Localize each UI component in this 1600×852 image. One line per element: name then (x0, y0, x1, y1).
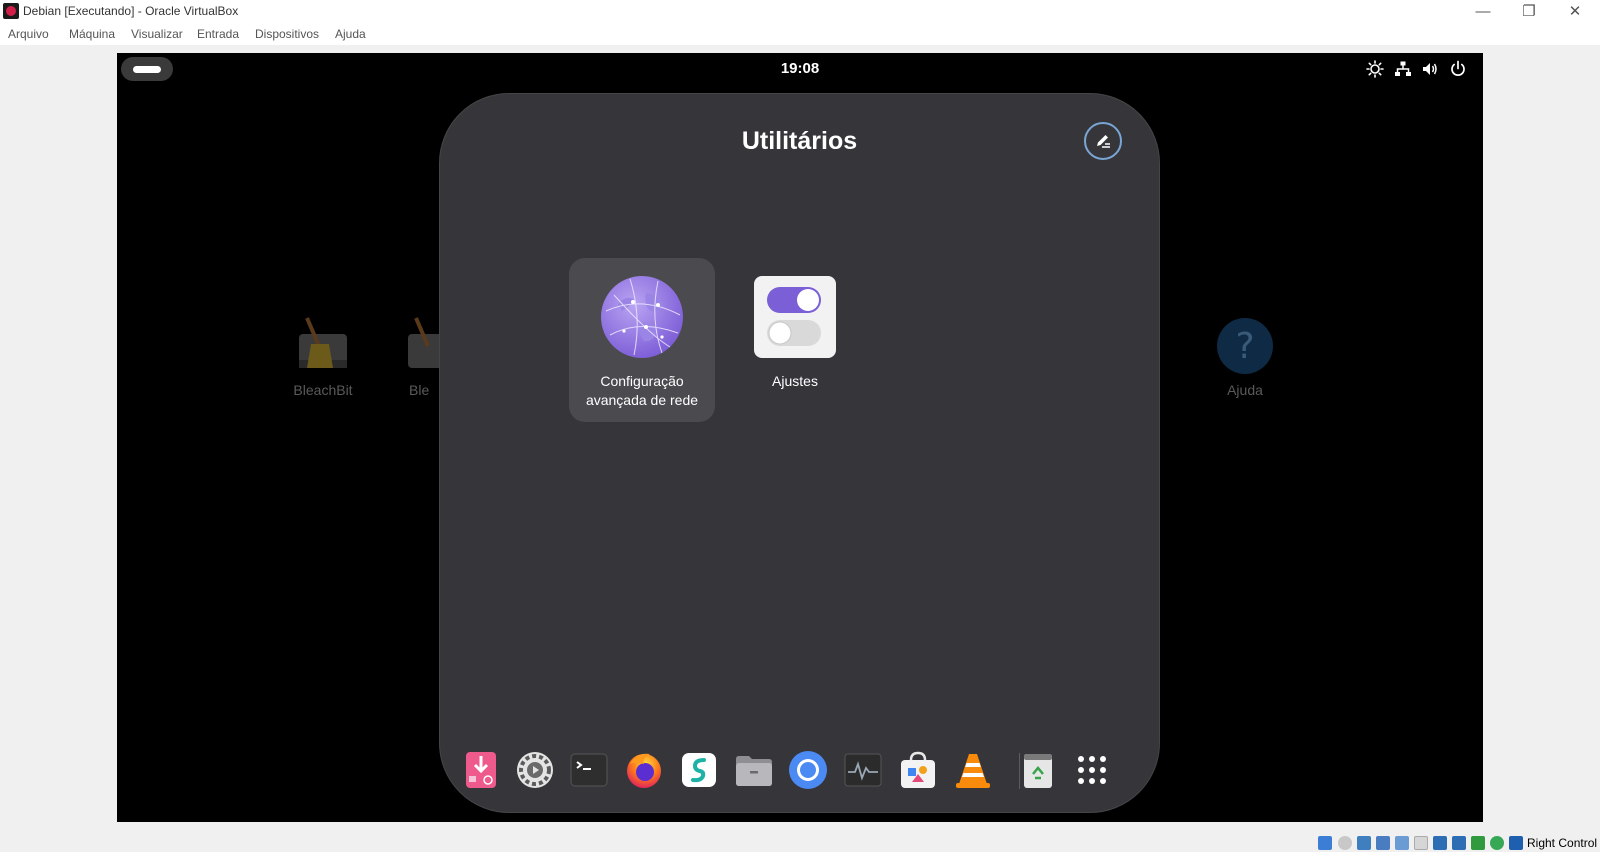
app-advanced-network-config[interactable]: Configuração avançada de rede (569, 258, 715, 422)
chromium-icon[interactable] (788, 750, 828, 790)
menu-entrada[interactable]: Entrada (197, 27, 239, 41)
network-adapter-status-icon[interactable] (1376, 836, 1390, 850)
network-icon[interactable] (1394, 60, 1412, 78)
vm-status-bar: Right Control (0, 834, 1600, 852)
recording-status-icon[interactable] (1452, 836, 1466, 850)
volume-icon[interactable] (1421, 60, 1439, 78)
installer-icon[interactable] (461, 750, 501, 790)
cpu-status-icon[interactable] (1471, 836, 1485, 850)
menubar: Arquivo Máquina Visualizar Entrada Dispo… (0, 23, 1600, 45)
virtualbox-app-icon (3, 3, 19, 19)
vlc-icon[interactable] (953, 750, 993, 790)
tweaks-toggle-icon (754, 276, 836, 358)
menu-visualizar[interactable]: Visualizar (131, 27, 183, 41)
rename-folder-button[interactable] (1084, 122, 1122, 160)
window-title: Debian [Executando] - Oracle VirtualBox (23, 4, 239, 18)
system-monitor-icon[interactable] (843, 750, 883, 790)
firefox-icon[interactable] (624, 750, 664, 790)
menu-ajuda[interactable]: Ajuda (335, 27, 366, 41)
app-label: Configuração avançada de rede (585, 373, 699, 408)
gnome-top-bar: 19:08 (117, 53, 1483, 85)
menu-dispositivos[interactable]: Dispositivos (255, 27, 319, 41)
network-globe-icon (601, 276, 683, 358)
app-ajustes[interactable]: Ajustes (722, 258, 868, 422)
app-folder-dialog: Utilitários Configuração avançada de red… (439, 93, 1160, 813)
clock[interactable]: 19:08 (117, 60, 1483, 77)
power-icon[interactable] (1449, 60, 1467, 78)
audio-status-icon[interactable] (1357, 836, 1371, 850)
edit-pencil-icon (1097, 135, 1110, 148)
optical-drive-status-icon[interactable] (1338, 836, 1352, 850)
brightness-icon[interactable] (1366, 60, 1384, 78)
terminal-icon[interactable] (569, 750, 609, 790)
mouse-integration-status-icon[interactable] (1490, 836, 1504, 850)
usb-status-icon[interactable] (1395, 836, 1409, 850)
menu-arquivo[interactable]: Arquivo (8, 27, 49, 41)
software-store-icon[interactable] (898, 750, 938, 790)
window-titlebar: Debian [Executando] - Oracle VirtualBox … (0, 0, 1600, 23)
host-key-label: Right Control (1527, 836, 1598, 850)
help-icon: ? (1215, 316, 1275, 376)
bleachbit-icon (293, 316, 353, 376)
surfshark-icon[interactable] (679, 750, 719, 790)
app-label: Ajustes (772, 373, 818, 389)
display-status-icon[interactable] (1433, 836, 1447, 850)
minimize-button[interactable]: — (1460, 0, 1506, 22)
app-grid-icon[interactable] (1072, 750, 1112, 790)
guest-screen[interactable]: 19:08 BleachBit Ble ? Ajuda Utilitários … (117, 53, 1483, 822)
keyboard-capture-status-icon[interactable] (1509, 836, 1523, 850)
background-app-label: Ajuda (1227, 382, 1263, 398)
settings-gear-icon[interactable] (515, 750, 555, 790)
menu-maquina[interactable]: Máquina (69, 27, 115, 41)
close-button[interactable]: ✕ (1552, 0, 1598, 22)
folder-title: Utilitários (741, 127, 858, 155)
shared-folders-status-icon[interactable] (1414, 836, 1428, 850)
files-folder-icon[interactable] (734, 750, 774, 790)
hard-disk-status-icon[interactable] (1318, 836, 1332, 850)
maximize-button[interactable]: ❐ (1506, 0, 1552, 22)
background-app-ajuda: ? Ajuda (1195, 316, 1295, 398)
background-app-bleachbit: BleachBit (273, 316, 373, 398)
background-app-label: BleachBit (293, 382, 353, 398)
trash-icon[interactable] (1018, 750, 1058, 790)
svg-text:?: ? (1235, 326, 1254, 367)
